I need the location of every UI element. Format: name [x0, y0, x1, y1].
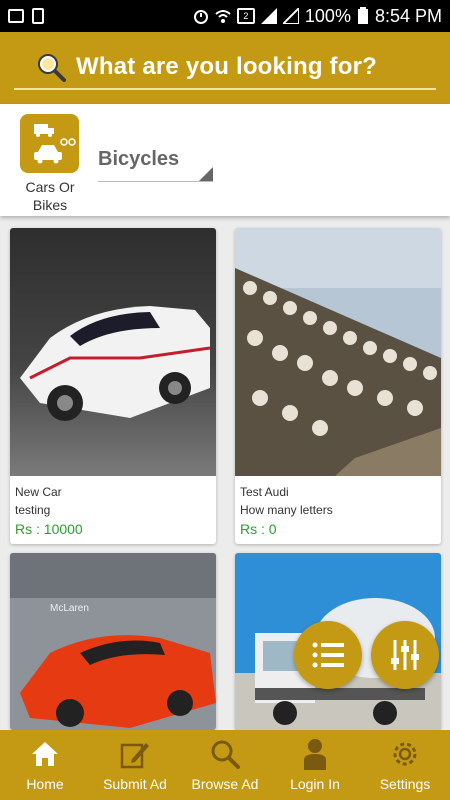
clock: 8:54 PM [374, 5, 442, 26]
listing-title: New Car [15, 485, 62, 499]
bottom-navigation: Home Submit Ad Browse Ad Login In Settin… [0, 730, 450, 800]
search-header: What are you looking for? [0, 32, 450, 104]
user-icon [299, 738, 331, 770]
category-label: Cars Or Bikes [25, 179, 75, 213]
nav-home-label: Home [26, 776, 64, 792]
signal2-icon [282, 8, 299, 24]
alarm-icon [193, 10, 208, 24]
cars-or-bikes-icon[interactable] [20, 114, 79, 173]
dropdown-selected: Bicycles [98, 148, 180, 170]
sim2-icon: 2 [236, 8, 255, 24]
home-icon [29, 738, 61, 770]
search-input[interactable]: What are you looking for? [14, 46, 436, 90]
search-placeholder: What are you looking for? [76, 53, 378, 80]
filter-button[interactable] [371, 621, 439, 689]
nav-browse-ad[interactable]: Browse Ad [180, 730, 270, 800]
gear-icon [389, 738, 421, 770]
listing-image: McLaren [10, 553, 216, 730]
category-section: Cars Or Bikes Bicycles [0, 104, 450, 216]
nav-settings[interactable]: Settings [360, 730, 450, 800]
category-dropdown[interactable]: Bicycles [98, 148, 213, 182]
search-icon [38, 54, 66, 82]
listing-image [10, 228, 216, 476]
listing-description: testing [15, 503, 51, 517]
dropdown-arrow-icon [199, 167, 213, 181]
mclaren-sign: McLaren [50, 603, 89, 614]
listing-info: New Car testing Rs : 10000 [10, 476, 216, 544]
listing-price: Rs : 10000 [15, 521, 83, 537]
signal-icon [260, 8, 277, 24]
nav-submit-ad-label: Submit Ad [103, 776, 167, 792]
nav-login-label: Login In [290, 776, 340, 792]
listing-description: How many letters [240, 503, 333, 517]
nav-home[interactable]: Home [0, 730, 90, 800]
listing-info: Test Audi How many letters Rs : 0 [235, 476, 441, 544]
search-icon [209, 738, 241, 770]
edit-icon [119, 738, 151, 770]
sd-icon [32, 8, 44, 24]
listing-card[interactable]: New Car testing Rs : 10000 [10, 228, 216, 544]
battery-level: 100% [304, 5, 351, 26]
listing-card[interactable]: McLaren [10, 553, 216, 730]
listing-price: Rs : 0 [240, 521, 277, 537]
listing-title: Test Audi [240, 485, 289, 499]
nav-browse-ad-label: Browse Ad [191, 776, 259, 792]
listing-card[interactable]: Test Audi How many letters Rs : 0 [235, 228, 441, 544]
nav-submit-ad[interactable]: Submit Ad [90, 730, 180, 800]
filter-icon [391, 640, 419, 670]
listing-image [235, 228, 441, 476]
wifi-icon [215, 10, 231, 23]
photo-icon [8, 9, 24, 23]
list-icon [312, 642, 344, 668]
nav-settings-label: Settings [379, 776, 431, 792]
nav-login[interactable]: Login In [270, 730, 360, 800]
list-view-button[interactable] [294, 621, 362, 689]
status-bar: 2 100% 8:54 PM [0, 0, 450, 32]
battery-icon [357, 7, 368, 24]
